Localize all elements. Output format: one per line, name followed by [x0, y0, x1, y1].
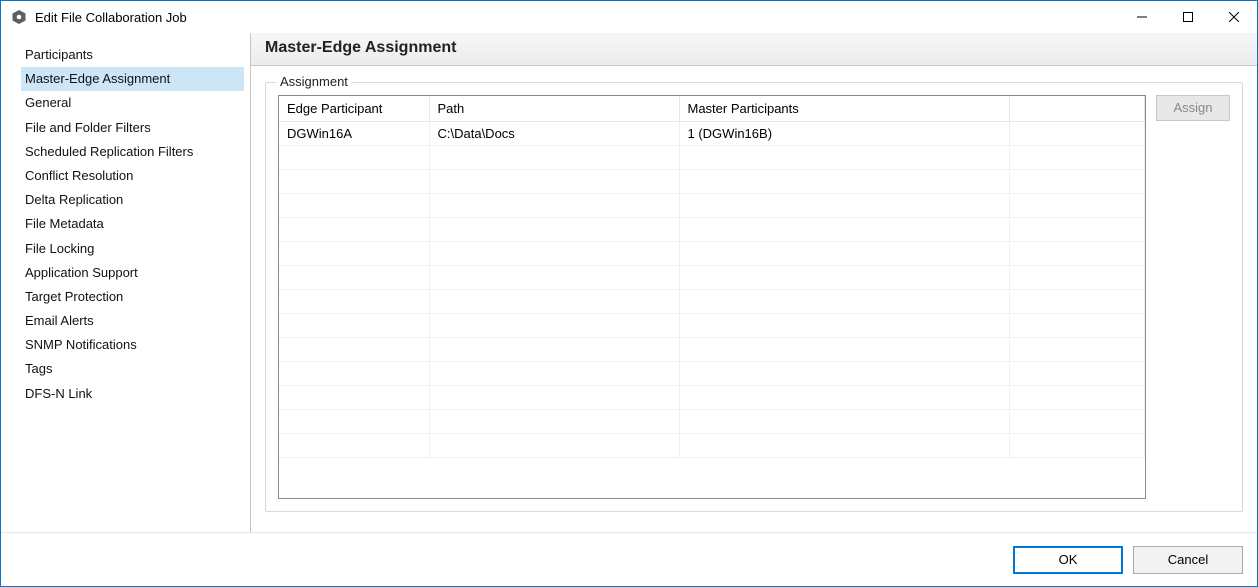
table-row[interactable] [279, 338, 1145, 362]
table-row[interactable] [279, 362, 1145, 386]
sidebar-item-snmp-notifications[interactable]: SNMP Notifications [21, 333, 244, 357]
close-button[interactable] [1211, 1, 1257, 33]
sidebar-item-file-folder-filters[interactable]: File and Folder Filters [21, 116, 244, 140]
table-row[interactable] [279, 242, 1145, 266]
groupbox-label: Assignment [276, 74, 352, 89]
sidebar-item-file-metadata[interactable]: File Metadata [21, 212, 244, 236]
sidebar-item-tags[interactable]: Tags [21, 357, 244, 381]
sidebar-item-label: Delta Replication [25, 192, 123, 207]
sidebar-nav: Participants Master-Edge Assignment Gene… [1, 33, 251, 532]
table-row[interactable] [279, 170, 1145, 194]
sidebar-item-participants[interactable]: Participants [21, 43, 244, 67]
content-panel: Master-Edge Assignment Assignment [251, 33, 1257, 532]
assign-button-container: Assign [1156, 95, 1230, 499]
cell-path: C:\Data\Docs [429, 122, 679, 146]
window-title: Edit File Collaboration Job [35, 10, 1119, 25]
sidebar-item-application-support[interactable]: Application Support [21, 261, 244, 285]
sidebar-item-email-alerts[interactable]: Email Alerts [21, 309, 244, 333]
sidebar-item-label: Application Support [25, 265, 138, 280]
column-header-master[interactable]: Master Participants [679, 96, 1009, 122]
sidebar-item-label: File Metadata [25, 216, 104, 231]
content-heading: Master-Edge Assignment [251, 33, 1257, 66]
assignment-groupbox: Assignment Edge Participant Path [265, 82, 1243, 512]
sidebar-item-label: Master-Edge Assignment [25, 71, 170, 86]
sidebar-item-label: File and Folder Filters [25, 120, 151, 135]
table-row[interactable] [279, 386, 1145, 410]
table-row[interactable] [279, 410, 1145, 434]
sidebar-item-general[interactable]: General [21, 91, 244, 115]
sidebar-item-conflict-resolution[interactable]: Conflict Resolution [21, 164, 244, 188]
table-row[interactable] [279, 218, 1145, 242]
maximize-button[interactable] [1165, 1, 1211, 33]
sidebar-item-label: Target Protection [25, 289, 123, 304]
assignment-table[interactable]: Edge Participant Path Master Participant… [278, 95, 1146, 499]
sidebar-item-dfs-n-link[interactable]: DFS-N Link [21, 382, 244, 406]
sidebar-item-label: Conflict Resolution [25, 168, 133, 183]
dialog-window: Edit File Collaboration Job Participants… [0, 0, 1258, 587]
table-header-row: Edge Participant Path Master Participant… [279, 96, 1145, 122]
assign-button[interactable]: Assign [1156, 95, 1230, 121]
sidebar-item-label: Scheduled Replication Filters [25, 144, 193, 159]
column-header-edge[interactable]: Edge Participant [279, 96, 429, 122]
sidebar-item-delta-replication[interactable]: Delta Replication [21, 188, 244, 212]
column-header-path[interactable]: Path [429, 96, 679, 122]
table-row[interactable] [279, 290, 1145, 314]
sidebar-item-label: DFS-N Link [25, 386, 92, 401]
sidebar-item-scheduled-replication-filters[interactable]: Scheduled Replication Filters [21, 140, 244, 164]
sidebar-item-label: File Locking [25, 241, 94, 256]
sidebar-item-label: Tags [25, 361, 52, 376]
sidebar-item-label: Participants [25, 47, 93, 62]
sidebar-item-master-edge-assignment[interactable]: Master-Edge Assignment [21, 67, 244, 91]
app-icon [11, 9, 27, 25]
dialog-footer: OK Cancel [1, 532, 1257, 586]
title-bar: Edit File Collaboration Job [1, 1, 1257, 33]
sidebar-item-file-locking[interactable]: File Locking [21, 237, 244, 261]
sidebar-item-label: Email Alerts [25, 313, 94, 328]
cell-master: 1 (DGWin16B) [679, 122, 1009, 146]
minimize-button[interactable] [1119, 1, 1165, 33]
cancel-button[interactable]: Cancel [1133, 546, 1243, 574]
table-row[interactable]: DGWin16A C:\Data\Docs 1 (DGWin16B) [279, 122, 1145, 146]
ok-button[interactable]: OK [1013, 546, 1123, 574]
cell-extra [1009, 122, 1145, 146]
window-controls [1119, 1, 1257, 33]
table-row[interactable] [279, 314, 1145, 338]
sidebar-item-label: General [25, 95, 71, 110]
table-row[interactable] [279, 146, 1145, 170]
table-row[interactable] [279, 434, 1145, 458]
sidebar-item-label: SNMP Notifications [25, 337, 137, 352]
dialog-body: Participants Master-Edge Assignment Gene… [1, 33, 1257, 532]
table-row[interactable] [279, 266, 1145, 290]
sidebar-item-target-protection[interactable]: Target Protection [21, 285, 244, 309]
column-header-extra[interactable] [1009, 96, 1145, 122]
cell-edge: DGWin16A [279, 122, 429, 146]
content-body: Assignment Edge Participant Path [251, 66, 1257, 532]
table-row[interactable] [279, 194, 1145, 218]
